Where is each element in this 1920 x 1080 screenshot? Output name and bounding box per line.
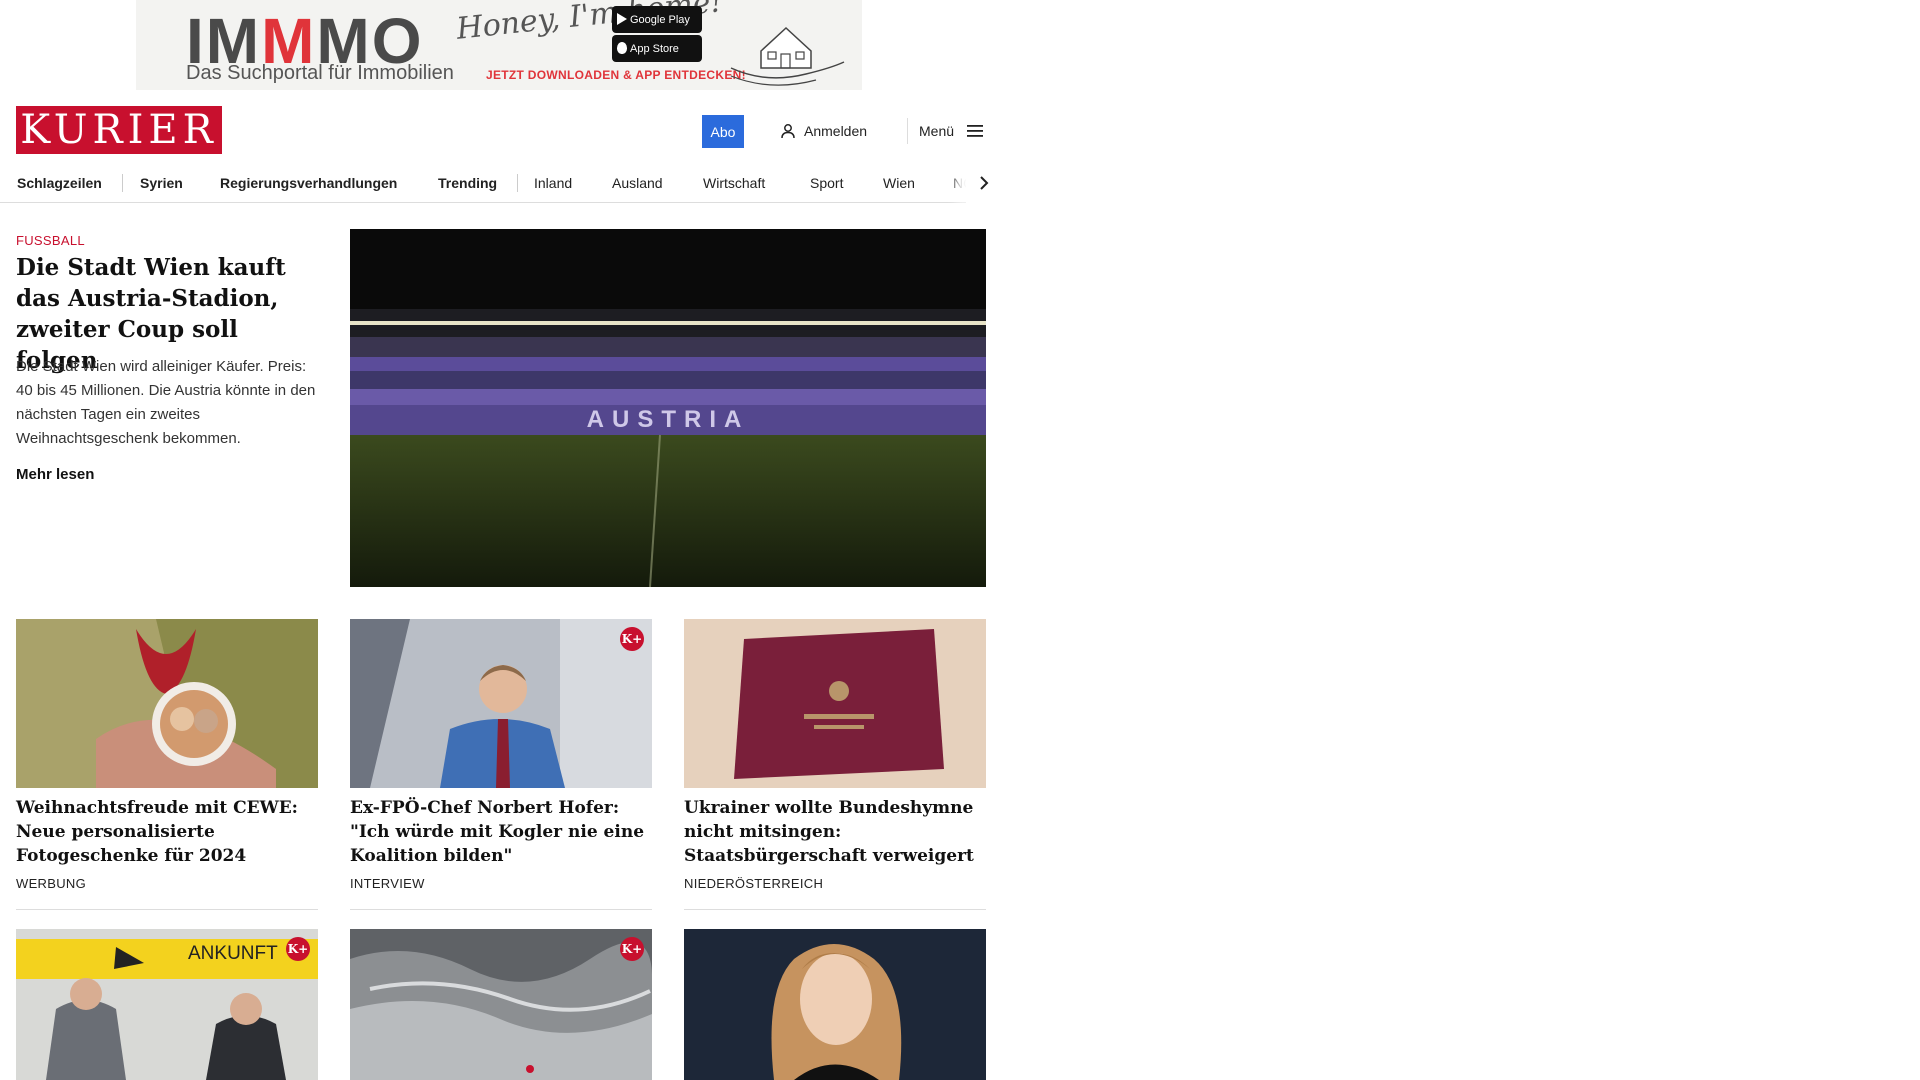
card-divider bbox=[684, 909, 986, 910]
card-image-hofer[interactable]: K+ bbox=[350, 619, 652, 788]
premium-badge: K+ bbox=[286, 937, 310, 961]
login-label: Anmelden bbox=[804, 123, 868, 139]
premium-badge: K+ bbox=[620, 937, 644, 961]
nav-item-wien[interactable]: Wien bbox=[883, 163, 915, 203]
kurier-logo[interactable]: KURIER bbox=[16, 106, 222, 154]
header-divider bbox=[907, 118, 908, 144]
card-image-portrait[interactable] bbox=[684, 929, 986, 1080]
card-image-cewe[interactable] bbox=[16, 619, 318, 788]
nav-item-inland[interactable]: Inland bbox=[534, 163, 572, 203]
house-hand-icon bbox=[730, 26, 845, 86]
nav-item-syrien[interactable]: Syrien bbox=[140, 163, 183, 203]
nav-item-ausland[interactable]: Ausland bbox=[612, 163, 663, 203]
card-divider bbox=[350, 909, 652, 910]
nav-separator bbox=[122, 174, 123, 192]
card-headline[interactable]: Ex-FPÖ-Chef Norbert Hofer: "Ich würde mi… bbox=[350, 796, 652, 868]
nav-item-regierungsverhandlungen[interactable]: Regierungsverhandlungen bbox=[220, 163, 397, 203]
card-headline[interactable]: Weihnachtsfreude mit CEWE: Neue personal… bbox=[16, 796, 318, 868]
premium-badge: K+ bbox=[620, 627, 644, 651]
passport-illustration bbox=[684, 619, 986, 788]
ad-cta: JETZT DOWNLOADEN & APP ENTDECKEN! bbox=[486, 68, 746, 82]
nav-item-sport[interactable]: Sport bbox=[810, 163, 843, 203]
card-divider bbox=[16, 909, 318, 910]
nav-item-wirtschaft[interactable]: Wirtschaft bbox=[703, 163, 765, 203]
card-image-passport[interactable] bbox=[684, 619, 986, 788]
nav-item-trending[interactable]: Trending bbox=[438, 163, 497, 203]
google-play-badge[interactable]: Google Play bbox=[612, 6, 702, 33]
ad-banner[interactable]: IMMMO Das Suchportal für Immobilien Hone… bbox=[136, 0, 862, 90]
ankunft-sign: ANKUNFT bbox=[188, 943, 278, 964]
card-headline[interactable]: Ukrainer wollte Bundeshymne nicht mitsin… bbox=[684, 796, 986, 868]
login-button[interactable]: Anmelden bbox=[780, 119, 867, 143]
card-kicker: WERBUNG bbox=[16, 876, 86, 891]
read-more-link[interactable]: Mehr lesen bbox=[16, 466, 94, 483]
woman-portrait-illustration bbox=[684, 929, 986, 1080]
lead-image-stadium[interactable]: AUSTRIA bbox=[350, 229, 986, 587]
menu-label: Menü bbox=[919, 123, 955, 139]
portrait-illustration bbox=[350, 619, 652, 788]
card-kicker: NIEDERÖSTERREICH bbox=[684, 876, 824, 891]
hamburger-icon bbox=[967, 125, 984, 137]
card-image-glacier[interactable]: K+ bbox=[350, 929, 652, 1080]
glacier-illustration bbox=[350, 929, 652, 1080]
card-image-airport[interactable]: ANKUNFT K+ bbox=[16, 929, 318, 1080]
card-kicker: INTERVIEW bbox=[350, 876, 425, 891]
ad-subtitle: Das Suchportal für Immobilien bbox=[186, 62, 454, 84]
ornament-photo-illustration bbox=[16, 619, 318, 788]
lead-teaser: Die Stadt Wien wird alleiniger Käufer. P… bbox=[16, 358, 316, 447]
app-store-badge[interactable]: App Store bbox=[612, 35, 702, 62]
nav-item-schlagzeilen[interactable]: Schlagzeilen bbox=[17, 163, 102, 203]
chevron-right-icon bbox=[980, 176, 989, 190]
user-icon bbox=[781, 124, 795, 139]
nav-scroll-right-button[interactable] bbox=[966, 163, 1002, 203]
menu-button[interactable]: Menü bbox=[919, 119, 984, 143]
lead-kicker[interactable]: FUSSBALL bbox=[16, 233, 85, 248]
section-nav: Schlagzeilen Syrien Regierungsverhandlun… bbox=[0, 163, 1002, 203]
stadium-seat-letters: AUSTRIA bbox=[586, 406, 750, 433]
nav-separator bbox=[517, 174, 518, 192]
abo-button[interactable]: Abo bbox=[702, 115, 744, 148]
